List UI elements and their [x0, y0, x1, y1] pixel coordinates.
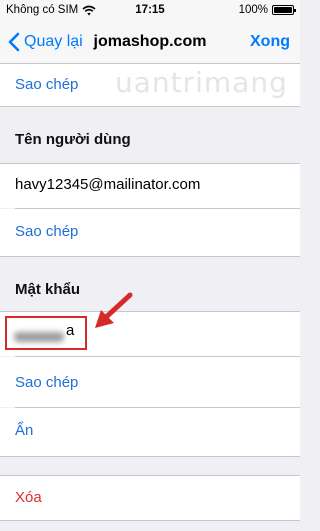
username-copy-label: Sao chép — [15, 223, 79, 240]
password-copy-label: Sao chép — [15, 374, 79, 391]
arrow-icon — [95, 292, 133, 328]
navigation-bar: Quay lại jomashop.com Xong — [0, 22, 300, 64]
username-copy-cell[interactable]: Sao chép — [0, 209, 300, 256]
battery-icon — [272, 5, 296, 15]
status-bar: Không có SIM 17:15 100% — [0, 0, 300, 22]
username-value: havy12345@mailinator.com — [15, 176, 201, 193]
username-value-cell[interactable]: havy12345@mailinator.com — [0, 164, 300, 208]
divider — [0, 256, 300, 257]
chevron-left-icon — [8, 32, 20, 52]
status-right: 100% — [238, 4, 296, 16]
divider — [0, 456, 300, 457]
watermark: uantrimang — [115, 66, 288, 99]
hide-label: Ẩn — [15, 422, 34, 439]
password-copy-cell[interactable]: Sao chép — [0, 357, 300, 407]
password-header: Mật khẩu — [15, 281, 81, 298]
username-header: Tên người dùng — [15, 131, 131, 148]
battery-percent: 100% — [238, 4, 268, 16]
top-copy-label: Sao chép — [15, 76, 79, 93]
divider — [0, 106, 300, 107]
annotation-highlight-box — [5, 316, 87, 350]
back-label: Quay lại — [24, 33, 83, 50]
delete-cell[interactable]: Xóa — [0, 476, 300, 520]
done-button[interactable]: Xong — [250, 33, 290, 51]
back-button[interactable]: Quay lại — [6, 31, 83, 53]
delete-label: Xóa — [15, 489, 42, 506]
divider — [0, 520, 300, 521]
hide-cell[interactable]: Ẩn — [0, 408, 300, 456]
